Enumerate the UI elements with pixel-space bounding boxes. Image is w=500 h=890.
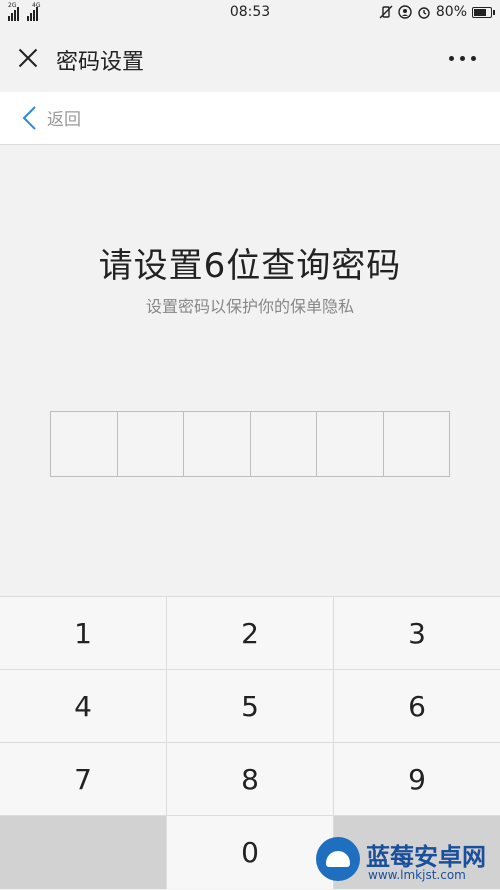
key-4[interactable]: 4 — [0, 670, 167, 742]
keypad-row: 1 2 3 — [0, 597, 500, 670]
key-1[interactable]: 1 — [0, 597, 167, 669]
page-heading: 请设置6位查询密码 — [98, 246, 402, 286]
password-digit-box — [118, 412, 184, 476]
key-3[interactable]: 3 — [334, 597, 500, 669]
key-6[interactable]: 6 — [334, 670, 500, 742]
password-input[interactable] — [50, 411, 450, 477]
keypad-row: 7 8 9 — [0, 743, 500, 816]
password-digit-box — [251, 412, 317, 476]
status-bar: 2G 4G 08:53 80% — [0, 0, 500, 26]
android-logo-icon — [316, 837, 360, 881]
keypad-row: 4 5 6 — [0, 670, 500, 743]
watermark-url: www.lmkjst.com — [368, 868, 466, 882]
watermark-name: 蓝莓安卓网 — [366, 843, 486, 871]
key-9[interactable]: 9 — [334, 743, 500, 815]
chevron-left-icon[interactable] — [20, 105, 42, 131]
title-bar: 密码设置 — [0, 26, 500, 92]
password-digit-box — [317, 412, 384, 476]
page-subheading: 设置密码以保护你的保单隐私 — [145, 297, 354, 316]
alarm-icon — [417, 5, 431, 19]
more-icon[interactable] — [449, 56, 476, 61]
password-digit-box — [184, 412, 251, 476]
password-digit-box — [51, 412, 118, 476]
key-5[interactable]: 5 — [167, 670, 334, 742]
page-title: 密码设置 — [56, 50, 145, 75]
key-2[interactable]: 2 — [167, 597, 334, 669]
location-icon — [398, 5, 412, 19]
key-7[interactable]: 7 — [0, 743, 167, 815]
battery-percent: 80% — [435, 4, 467, 20]
watermark: 蓝莓安卓网 www.lmkjst.com — [304, 831, 494, 887]
back-bar: 返回 — [0, 92, 500, 145]
back-button[interactable]: 返回 — [47, 105, 81, 130]
key-blank-left — [0, 816, 167, 889]
battery-icon — [472, 6, 495, 18]
key-8[interactable]: 8 — [167, 743, 334, 815]
vibrate-off-icon — [379, 5, 393, 19]
password-digit-box — [384, 412, 450, 476]
close-icon[interactable] — [16, 46, 40, 70]
